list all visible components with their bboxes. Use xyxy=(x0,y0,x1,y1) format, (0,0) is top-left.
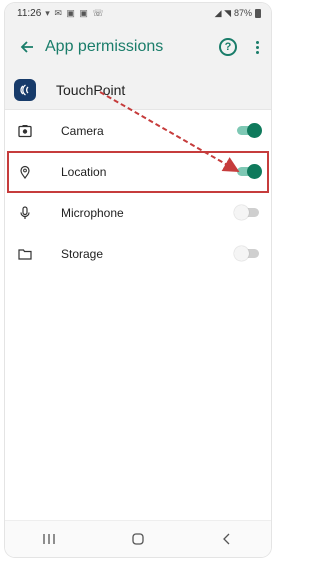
permission-row-location[interactable]: Location xyxy=(5,151,271,192)
status-time: 11:26 xyxy=(17,7,42,19)
microphone-toggle[interactable] xyxy=(234,205,259,220)
battery-icon xyxy=(255,8,261,18)
help-circle-icon[interactable]: ? xyxy=(219,38,237,56)
permission-label: Microphone xyxy=(61,205,124,220)
storage-toggle[interactable] xyxy=(234,246,259,261)
permission-label: Storage xyxy=(61,246,104,261)
status-bar: 11:26 ▾ ✉ ▣ ▣ ☏ ◢ ◥ 87% xyxy=(5,3,271,23)
permission-row-camera[interactable]: Camera xyxy=(5,110,271,151)
more-vertical-icon[interactable] xyxy=(251,40,263,54)
app-name: TouchPoint xyxy=(56,82,126,98)
app-header: TouchPoint xyxy=(5,71,271,110)
arrow-left-icon[interactable] xyxy=(13,33,41,61)
notification-icons: ▾ ✉ ▣ ▣ ☏ xyxy=(45,7,105,18)
back-chevron-icon[interactable] xyxy=(207,527,247,551)
microphone-icon xyxy=(17,205,33,221)
permission-row-microphone[interactable]: Microphone xyxy=(5,192,271,233)
folder-icon xyxy=(17,246,33,262)
location-toggle[interactable] xyxy=(237,164,262,179)
phone-screen: 11:26 ▾ ✉ ▣ ▣ ☏ ◢ ◥ 87% App permissions … xyxy=(5,3,271,557)
camera-toggle[interactable] xyxy=(237,123,262,138)
location-pin-icon xyxy=(17,164,33,180)
permission-row-storage[interactable]: Storage xyxy=(5,233,271,274)
home-icon[interactable] xyxy=(118,527,158,551)
page-title: App permissions xyxy=(45,38,164,55)
system-nav-bar xyxy=(5,520,271,557)
battery-percent: 87% xyxy=(233,8,252,18)
recents-icon[interactable] xyxy=(29,527,69,551)
app-bar: App permissions ? xyxy=(5,23,271,71)
permission-label: Camera xyxy=(61,123,104,138)
touchpoint-logo-icon xyxy=(14,79,36,101)
camera-icon xyxy=(17,123,33,139)
signal-icons: ◢ ◥ xyxy=(214,7,231,18)
permission-label: Location xyxy=(61,164,107,179)
